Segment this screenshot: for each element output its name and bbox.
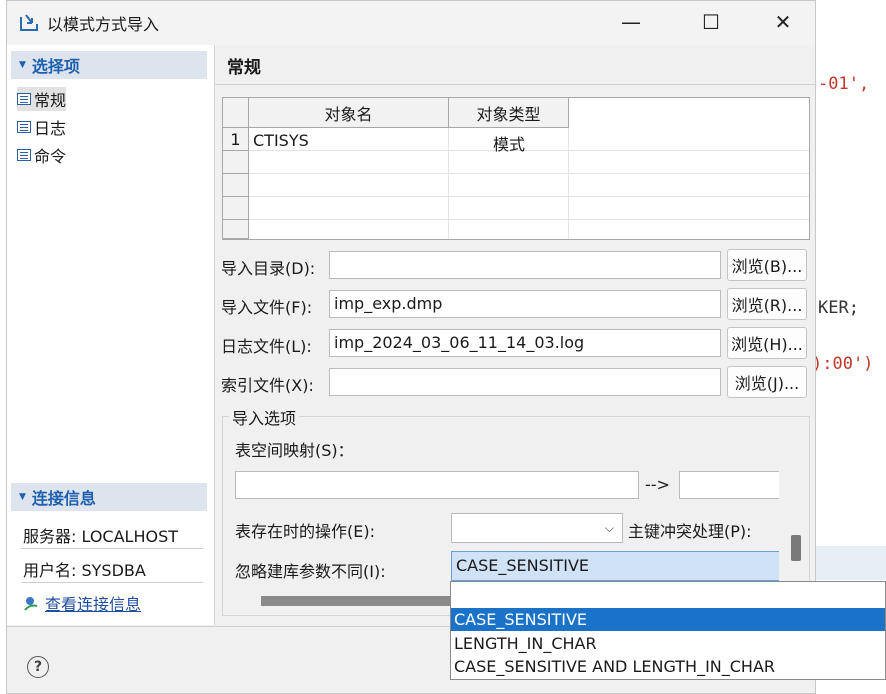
import-file-label: 导入文件(F): <box>221 298 313 317</box>
divider <box>21 582 203 583</box>
page-icon <box>17 121 31 133</box>
server-info: 服务器: LOCALHOST <box>23 527 179 546</box>
window-title: 以模式方式导入 <box>47 15 160 34</box>
help-icon[interactable]: ? <box>27 656 49 678</box>
dropdown-option[interactable] <box>451 584 885 607</box>
dropdown-option-both[interactable]: CASE_SENSITIVE AND LENGTH_IN_CHAR <box>451 655 885 678</box>
row-header[interactable] <box>223 220 249 239</box>
close-button[interactable]: ✕ <box>763 7 803 37</box>
pk-conflict-label: 主键冲突处理(P): <box>628 522 752 541</box>
row-header[interactable] <box>223 174 249 197</box>
column-header-object-name[interactable]: 对象名 <box>249 98 449 128</box>
tree-item-log[interactable]: 日志 <box>17 115 66 139</box>
vertical-scrollbar-thumb[interactable] <box>791 535 801 561</box>
index-file-label: 索引文件(X): <box>221 376 314 395</box>
grid-line <box>249 173 809 174</box>
table-exists-select[interactable]: ⌵ <box>451 513 623 543</box>
dropdown-option-case-sensitive[interactable]: CASE_SENSITIVE <box>451 608 885 631</box>
user-info: 用户名: SYSDBA <box>23 561 146 580</box>
map-arrow: --> <box>645 475 670 494</box>
browse-index-button[interactable]: 浏览(J)... <box>727 366 807 398</box>
left-panel: ▼ 选择项 常规 日志 命令 ▼ 连接信息 服务器: LOCALHOST 用户名… <box>7 45 215 625</box>
tree-item-label: 常规 <box>34 91 67 110</box>
options-header-label: 选择项 <box>31 57 80 76</box>
title-bar: 以模式方式导入 — ☐ ✕ <box>7 1 815 45</box>
browse-log-button[interactable]: 浏览(H)... <box>727 327 807 359</box>
row-header[interactable] <box>223 151 249 174</box>
bg-editor-line <box>816 546 886 580</box>
ignore-param-select[interactable]: CASE_SENSITIVE <box>451 551 779 581</box>
ignore-param-dropdown-list: CASE_SENSITIVE LENGTH_IN_CHAR CASE_SENSI… <box>450 581 886 680</box>
table-cell-object-type[interactable]: 模式 <box>449 131 569 155</box>
ignore-param-label: 忽略建库参数不同(I): <box>235 562 386 581</box>
tree-item-command[interactable]: 命令 <box>17 143 66 167</box>
connection-section-header[interactable]: ▼ 连接信息 <box>11 483 207 511</box>
bg-code-snippet: ):00') <box>812 354 874 374</box>
connection-header-label: 连接信息 <box>31 489 96 508</box>
grid-line <box>249 196 809 197</box>
divider <box>215 84 815 85</box>
table-exists-label: 表存在时的操作(E): <box>235 522 375 541</box>
options-section-header[interactable]: ▼ 选择项 <box>11 51 207 79</box>
connection-icon <box>24 597 38 611</box>
chevron-down-icon: ⌵ <box>604 521 614 535</box>
collapse-arrow-icon: ▼ <box>19 492 26 502</box>
browse-file-button[interactable]: 浏览(R)... <box>727 288 807 320</box>
log-file-input[interactable]: imp_2024_03_06_11_14_03.log <box>329 329 721 357</box>
tree-item-label: 日志 <box>34 119 67 138</box>
import-dir-input[interactable] <box>329 251 721 279</box>
divider <box>21 548 203 549</box>
import-app-icon <box>20 14 38 31</box>
minimize-icon: — <box>621 10 641 34</box>
maximize-icon: ☐ <box>702 10 720 34</box>
maximize-button[interactable]: ☐ <box>691 7 731 37</box>
corner-cell <box>223 98 249 128</box>
tablespace-target-input[interactable] <box>679 471 779 499</box>
close-icon: ✕ <box>774 10 792 34</box>
browse-dir-button[interactable]: 浏览(B)... <box>727 249 807 281</box>
column-header-object-type[interactable]: 对象类型 <box>449 98 569 128</box>
page-icon <box>17 93 31 105</box>
log-file-label: 日志文件(L): <box>221 337 312 356</box>
row-header[interactable]: 1 <box>223 128 249 151</box>
bg-code-snippet: KER; <box>818 298 859 318</box>
page-title: 常规 <box>227 58 261 78</box>
view-connection-label: 查看连接信息 <box>45 595 142 614</box>
index-file-input[interactable] <box>329 368 721 396</box>
tablespace-map-label: 表空间映射(S)： <box>235 441 354 460</box>
tree-item-general[interactable]: 常规 <box>17 87 67 111</box>
tablespace-source-input[interactable] <box>235 471 639 499</box>
right-panel: 常规 对象名 对象类型 1 CTISYS 模式 导入目录(D): 浏览(B)..… <box>215 45 815 625</box>
grid-line <box>249 219 809 220</box>
import-file-input[interactable]: imp_exp.dmp <box>329 290 721 318</box>
horizontal-scrollbar-thumb[interactable] <box>261 596 461 606</box>
page-icon <box>17 149 31 161</box>
view-connection-link[interactable]: 查看连接信息 <box>23 591 141 615</box>
import-dir-label: 导入目录(D): <box>221 259 316 278</box>
collapse-arrow-icon: ▼ <box>19 60 26 70</box>
dropdown-option-length-in-char[interactable]: LENGTH_IN_CHAR <box>451 632 885 655</box>
tree-item-label: 命令 <box>34 147 67 166</box>
row-header[interactable] <box>223 197 249 220</box>
table-cell-object-name[interactable]: CTISYS <box>253 131 309 150</box>
objects-table[interactable]: 对象名 对象类型 1 CTISYS 模式 <box>222 97 810 240</box>
minimize-button[interactable]: — <box>611 7 651 37</box>
import-options-title: 导入选项 <box>229 405 300 429</box>
bg-code-snippet: -01', <box>818 74 870 94</box>
